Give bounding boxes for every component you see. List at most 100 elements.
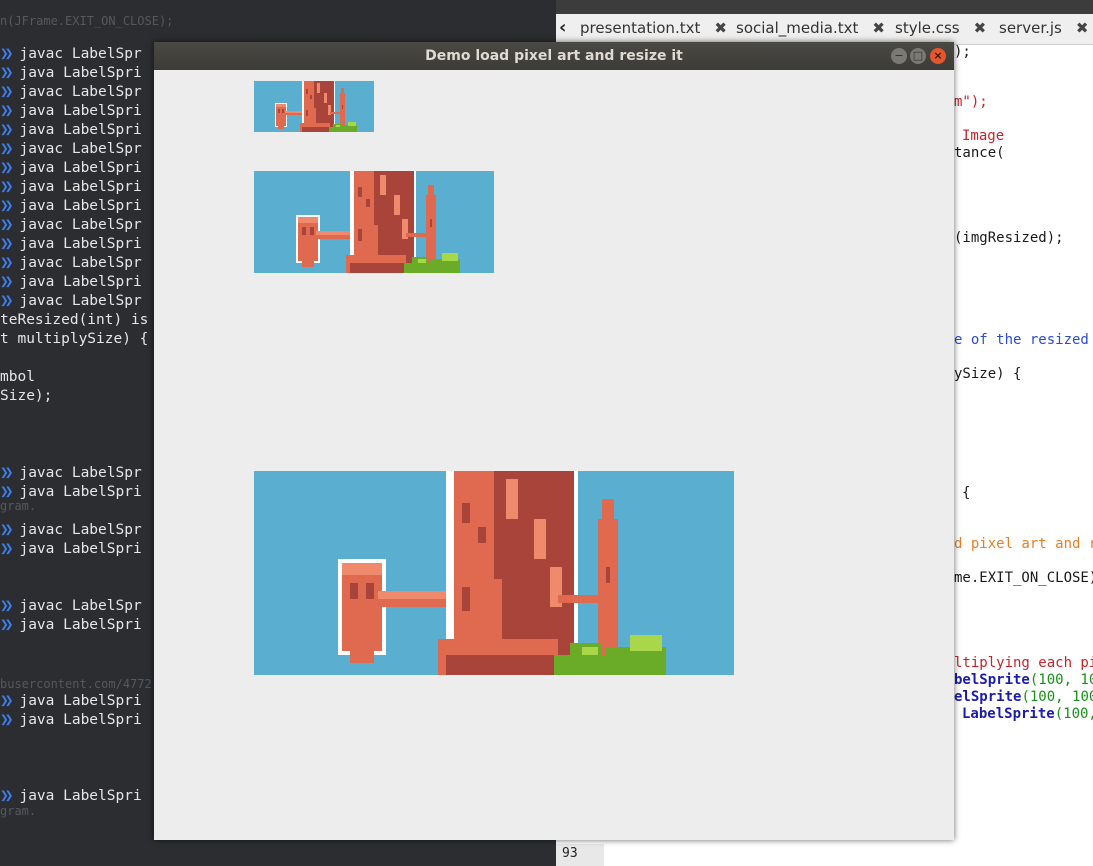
prompt-chevron-icon: ❯❯ <box>0 141 14 157</box>
terminal-command: javac LabelSpr <box>19 465 142 481</box>
sprite-large-pixel-block <box>342 563 382 575</box>
prompt-chevron-icon: ❯❯ <box>0 179 14 195</box>
sprite-large-pixel-block <box>350 583 358 599</box>
prompt-chevron-icon: ❯❯ <box>0 541 14 557</box>
terminal-command: java LabelSpri <box>19 179 142 195</box>
sprite-medium-pixel-block <box>298 217 318 261</box>
sprite-small-pixel-block <box>340 93 345 128</box>
terminal-command: javac LabelSpr <box>19 46 142 62</box>
window-titlebar[interactable]: Demo load pixel art and resize it <box>154 42 954 70</box>
sprite-large-pixel-block <box>506 479 518 519</box>
sprite-large-pixel-block <box>630 635 662 651</box>
sprite-large <box>254 471 734 675</box>
line-number-gutter: 93 <box>556 844 604 866</box>
terminal-command: javac LabelSpr <box>19 293 142 309</box>
code-line: me.EXIT_ON_CLOSE); <box>954 570 1093 586</box>
close-tab-icon[interactable]: ✖ <box>974 19 987 37</box>
editor-tab-bar: ‹ presentation.txt ✖ social_media.txt ✖ st… <box>556 14 1093 45</box>
editor-toolbar <box>556 0 1093 14</box>
sprite-small-pixel-block <box>276 104 286 107</box>
terminal-line: ❯❯ java LabelSpri <box>0 178 142 197</box>
terminal-line: ❯❯ java LabelSpri <box>0 64 142 83</box>
terminal-command: java LabelSpri <box>19 160 142 176</box>
sprite-medium-pixel-block <box>428 185 434 197</box>
tab-label: style.css <box>895 19 960 37</box>
sprite-medium-pixel-block <box>366 199 370 207</box>
close-tab-icon[interactable]: ✖ <box>872 19 885 37</box>
sprite-large-pixel-block <box>582 647 598 655</box>
sprite-small-pixel-block <box>276 104 286 126</box>
sprite-medium-pixel-block <box>354 225 378 257</box>
terminal-line: ❯❯ javac LabelSpr <box>0 45 142 64</box>
sprite-large-pixel-block <box>606 567 610 583</box>
tab-server-js[interactable]: server.js ✖ <box>999 19 1088 37</box>
terminal-command: java LabelSpri <box>19 693 142 709</box>
prompt-chevron-icon: ❯❯ <box>0 217 14 233</box>
minimize-icon[interactable]: − <box>891 48 907 64</box>
sprite-medium-pixel-block <box>426 195 436 265</box>
code-line: mbol <box>0 369 35 385</box>
sprite-medium <box>254 171 494 273</box>
code-line: ); <box>954 44 971 60</box>
code-token: belSprite <box>954 672 1030 688</box>
code-line: Image <box>962 128 1005 144</box>
sprite-medium-pixel-block <box>358 229 362 241</box>
sprite-large-pixel-block <box>342 563 382 651</box>
sprite-large-pixel-block <box>602 499 614 523</box>
terminal-faint-line: busercontent.com/4772 <box>0 677 152 691</box>
code-line: LabelSprite(100, <box>962 706 1093 723</box>
close-tab-icon[interactable]: ✖ <box>1076 19 1089 37</box>
tab-presentation[interactable]: presentation.txt ✖ <box>580 19 727 37</box>
code-token: (100, <box>1054 706 1093 722</box>
chevron-left-icon[interactable]: ‹ <box>559 17 566 38</box>
prompt-chevron-icon: ❯❯ <box>0 465 14 481</box>
terminal-command: javac LabelSpr <box>19 217 142 233</box>
tab-social-media[interactable]: social_media.txt ✖ <box>736 19 885 37</box>
terminal-line: ❯❯ java LabelSpri <box>0 540 142 559</box>
terminal-faint-line: gram. <box>0 804 37 818</box>
terminal-line: ❯❯ java LabelSpri <box>0 159 142 178</box>
sprite-large-pixel-block <box>478 527 486 543</box>
sprite-large-pixel-block <box>350 647 374 663</box>
sprite-large-pixel-block <box>446 655 558 675</box>
terminal-line: ❯❯ javac LabelSpr <box>0 254 142 273</box>
close-icon[interactable]: × <box>930 48 946 64</box>
tab-label: server.js <box>999 19 1062 37</box>
sprite-small-pixel-block <box>302 127 330 132</box>
sprite-medium-pixel-block <box>394 195 400 215</box>
close-tab-icon[interactable]: ✖ <box>714 19 727 37</box>
sprite-large-pixel-block <box>454 579 502 643</box>
tab-label: presentation.txt <box>580 19 701 37</box>
sprite-small-pixel-block <box>342 105 343 109</box>
terminal-line: ❯❯ javac LabelSpr <box>0 140 142 159</box>
sprite-large-pixel-block <box>462 503 470 523</box>
tab-style-css[interactable]: style.css ✖ <box>895 19 986 37</box>
terminal-command: java LabelSpri <box>19 103 142 119</box>
sprite-small-pixel-block <box>330 112 342 114</box>
prompt-chevron-icon: ❯❯ <box>0 274 14 290</box>
terminal-line: ❯❯ java LabelSpri <box>0 121 142 140</box>
demo-window: Demo load pixel art and resize it − □ × <box>154 42 954 840</box>
sprite-small-pixel-block <box>278 125 284 129</box>
prompt-chevron-icon: ❯❯ <box>0 65 14 81</box>
prompt-chevron-icon: ❯❯ <box>0 522 14 538</box>
sprite-large-pixel-block <box>534 519 546 559</box>
terminal-line: ❯❯ java LabelSpri <box>0 692 142 711</box>
sprite-small-pixel-block <box>278 109 280 113</box>
maximize-icon[interactable]: □ <box>910 48 926 64</box>
prompt-chevron-icon: ❯❯ <box>0 617 14 633</box>
terminal-command: java LabelSpri <box>19 617 142 633</box>
terminal-command: javac LabelSpr <box>19 522 142 538</box>
terminal-command: javac LabelSpr <box>19 255 142 271</box>
sprite-small-pixel-block <box>306 110 308 116</box>
code-line: ySize) { <box>954 366 1022 382</box>
sprite-small-pixel-block <box>294 115 300 124</box>
sprite-medium-pixel-block <box>406 233 430 237</box>
sprite-small-pixel-block <box>306 89 308 94</box>
sprite-medium-pixel-block <box>358 187 362 197</box>
code-line: belSprite(100, 10 <box>954 672 1093 689</box>
sprite-medium-pixel-block <box>302 227 306 235</box>
code-token: (100, 10 <box>1029 672 1093 688</box>
code-line: e of the resized s <box>954 332 1093 348</box>
code-token: LabelSprite <box>962 706 1055 722</box>
